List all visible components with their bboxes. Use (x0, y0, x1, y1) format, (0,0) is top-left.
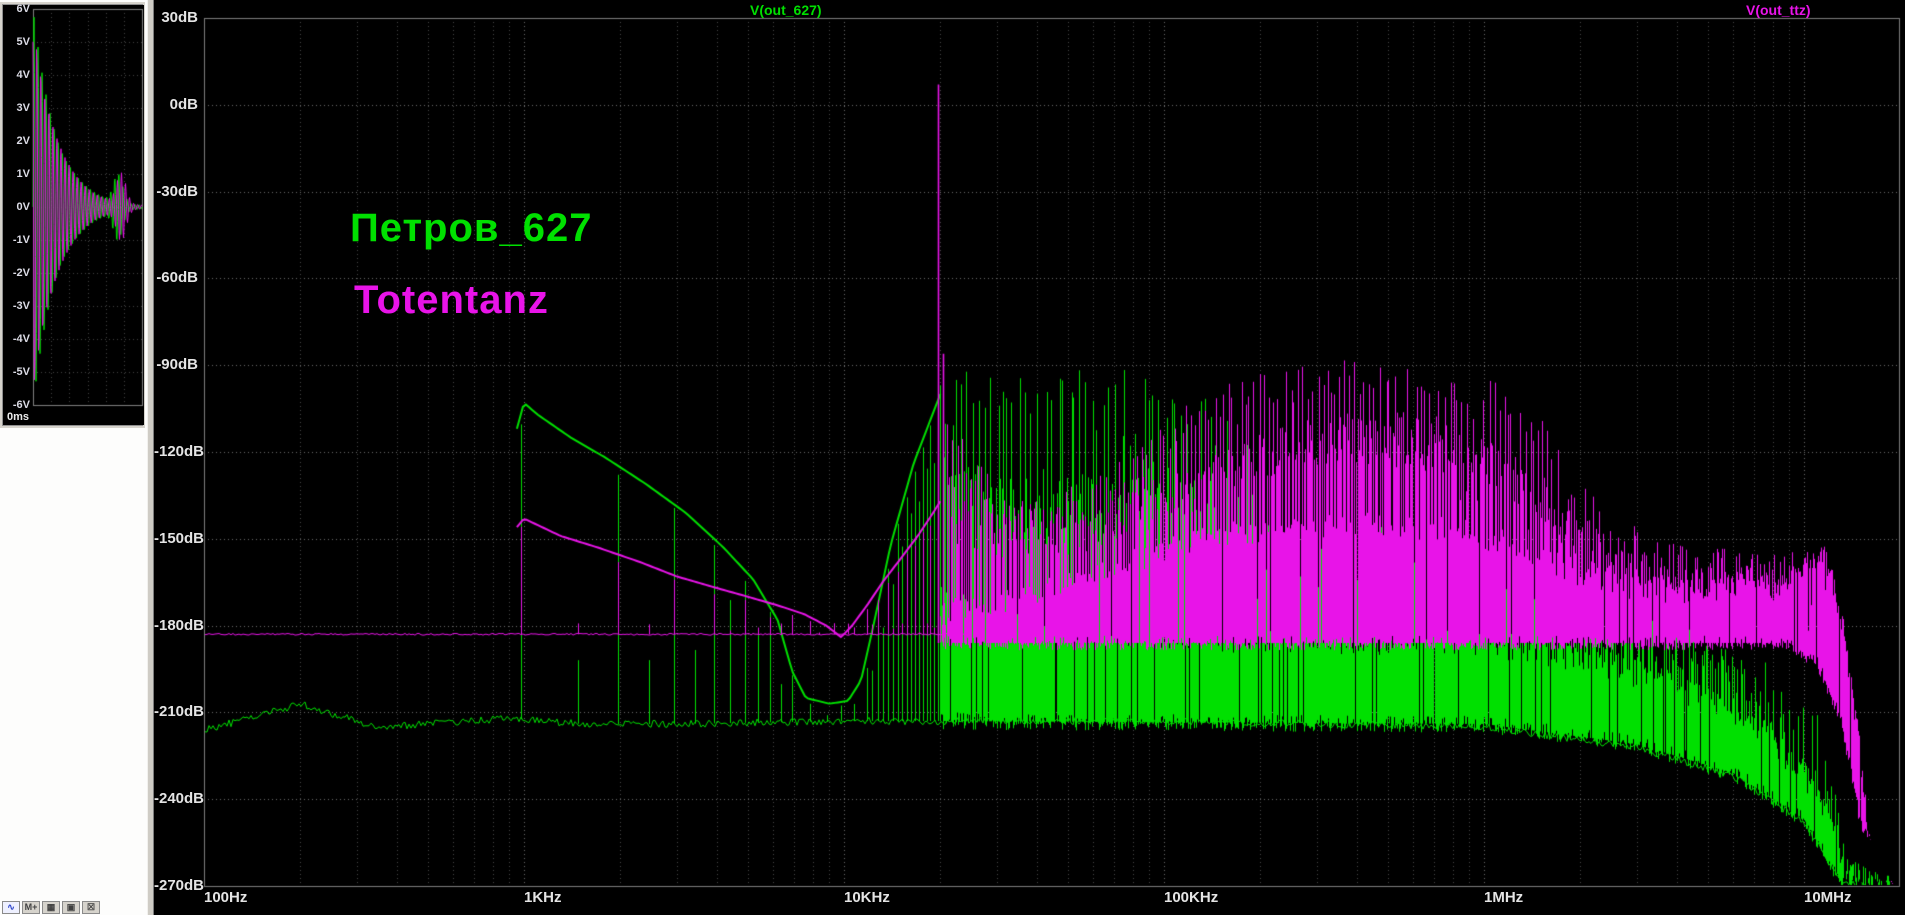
y-tick--240db: -240dB (154, 790, 205, 807)
grid-window-icon[interactable]: ▦ (42, 901, 60, 914)
x-tick-1mhz: 1MHz (1484, 889, 1524, 906)
mini-y-tick-2v: 2V (16, 135, 30, 147)
trace-label-v-out-ttz[interactable]: V(out_ttz) (1746, 2, 1811, 18)
mini-x-tick-0ms: 0ms (7, 411, 30, 423)
mini-y-tick-5v: 5V (16, 36, 30, 48)
x-tick-10mhz: 10MHz (1804, 889, 1852, 906)
mini-y-tick-6v: 6V (16, 3, 30, 15)
waveform-viewer-window: { "colors": { "green": "#00e000", "magen… (0, 0, 1905, 915)
mini-y-tick--2v: -2V (12, 267, 30, 279)
y-tick-30db: 30dB (161, 9, 198, 26)
pane-divider[interactable] (147, 0, 154, 915)
y-tick--90db: -90dB (156, 356, 198, 373)
x-tick-100hz: 100Hz (204, 889, 248, 906)
y-tick--30db: -30dB (156, 183, 198, 200)
mini-y-tick-3v: 3V (16, 102, 30, 114)
scope-window-icon[interactable]: ∿ (2, 901, 20, 914)
x-tick-100khz: 100KHz (1164, 889, 1219, 906)
mini-y-tick--4v: -4V (12, 333, 30, 345)
close-window-icon[interactable]: ☒ (82, 901, 100, 914)
fft-plot-pane: V(out_627) V(out_ttz) Петров_627 Totenta… (154, 0, 1905, 915)
y-tick-0db: 0dB (169, 96, 198, 113)
mini-y-tick--5v: -5V (12, 366, 30, 378)
y-tick--270db: -270dB (154, 877, 205, 894)
mini-y-tick--1v: -1V (12, 234, 30, 246)
x-tick-10khz: 10KHz (844, 889, 890, 906)
taskbar-icons: ∿ M+ ▦ ▣ ☒ (2, 901, 100, 914)
measure-icon[interactable]: M+ (22, 901, 40, 914)
mini-y-tick--3v: -3V (12, 300, 30, 312)
y-tick--210db: -210dB (154, 703, 205, 720)
y-tick--120db: -120dB (154, 443, 205, 460)
transient-plot-canvas[interactable] (3, 5, 144, 425)
trace-label-v-out-627[interactable]: V(out_627) (750, 2, 822, 18)
y-tick--60db: -60dB (156, 269, 198, 286)
panel-window-icon[interactable]: ▣ (62, 901, 80, 914)
fft-plot-canvas[interactable] (154, 0, 1905, 915)
annotation-totentanz[interactable]: Totentanz (354, 278, 549, 323)
mini-y-tick--6v: -6V (12, 399, 30, 411)
y-tick--150db: -150dB (154, 530, 205, 547)
annotation-petrov-627[interactable]: Петров_627 (350, 206, 593, 251)
mini-y-tick-0v: 0V (16, 201, 30, 213)
side-panel: 6V 5V 4V 3V 2V 1V 0V -1V -2V -3V -4V -5V… (0, 0, 147, 915)
mini-y-tick-1v: 1V (16, 168, 30, 180)
y-tick--180db: -180dB (154, 617, 205, 634)
transient-plot-window: 6V 5V 4V 3V 2V 1V 0V -1V -2V -3V -4V -5V… (2, 3, 144, 426)
mini-y-tick-4v: 4V (16, 69, 30, 81)
x-tick-1khz: 1KHz (524, 889, 562, 906)
